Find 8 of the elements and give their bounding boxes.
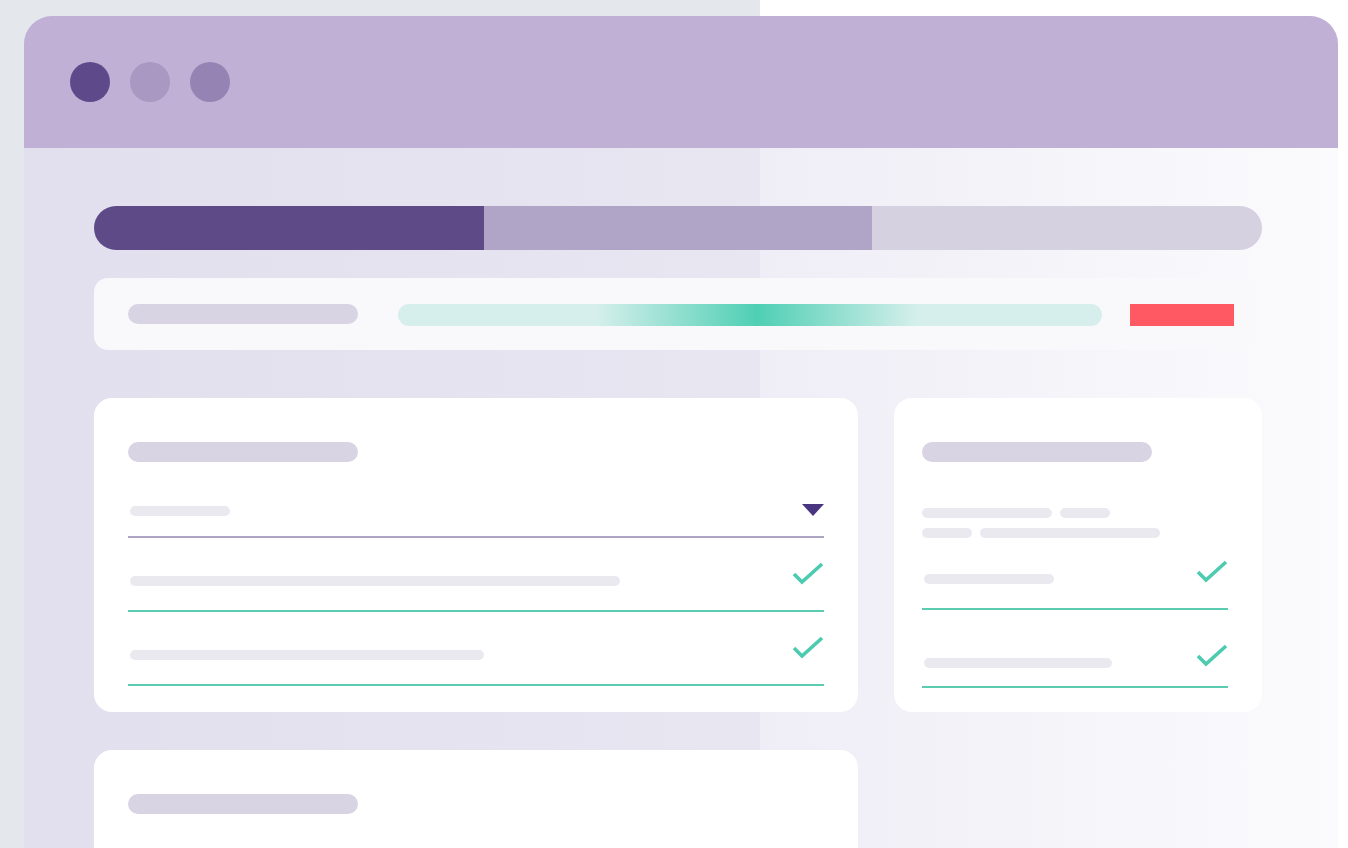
caret-icon[interactable] [802,504,824,516]
check-icon [1196,560,1228,584]
check-icon [792,636,824,660]
minimize-button[interactable] [130,62,170,102]
check-icon [1196,644,1228,668]
close-button[interactable] [70,62,110,102]
maximize-button[interactable] [190,62,230,102]
check-icon [792,562,824,586]
